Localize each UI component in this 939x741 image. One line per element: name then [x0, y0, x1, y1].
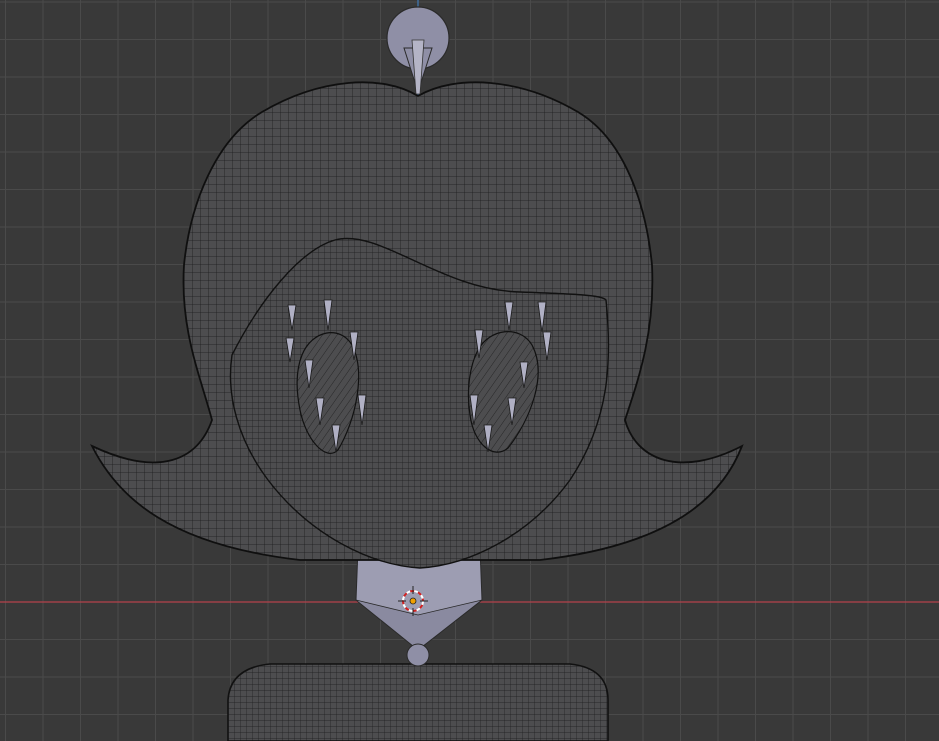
torso-mesh[interactable] — [227, 663, 609, 741]
neck-bone-joint[interactable] — [406, 643, 430, 667]
3d-viewport[interactable] — [0, 0, 939, 741]
origin-point — [409, 597, 417, 605]
head-bone[interactable] — [386, 6, 450, 95]
